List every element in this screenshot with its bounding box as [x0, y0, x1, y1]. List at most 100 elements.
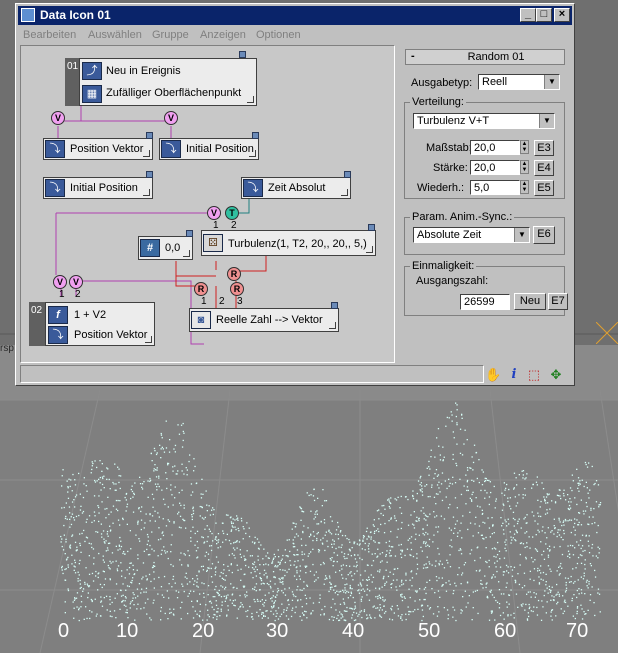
- node-constant[interactable]: # 0,0: [138, 236, 193, 260]
- node-resize-corner[interactable]: [329, 322, 336, 329]
- particle: [83, 529, 85, 532]
- title-bar[interactable]: Data Icon 01 _ □ ×: [18, 6, 572, 25]
- output-port[interactable]: [186, 230, 193, 237]
- particle: [382, 514, 384, 516]
- collapse-icon[interactable]: -: [411, 50, 415, 62]
- e6-button[interactable]: E6: [533, 226, 555, 244]
- maximize-button[interactable]: □: [536, 8, 552, 22]
- event-output-port[interactable]: [239, 51, 246, 58]
- particle: [400, 595, 402, 597]
- node-output[interactable]: f 1 + V2 ⤵ Position Vektor: [45, 302, 155, 346]
- particle: [385, 555, 387, 557]
- node-resize-corner[interactable]: [247, 96, 254, 103]
- node-reelle-zahl-vektor[interactable]: ◙ Reelle Zahl --> Vektor: [189, 308, 339, 332]
- node-resize-corner[interactable]: [366, 246, 373, 253]
- particle: [323, 522, 326, 524]
- close-button[interactable]: ×: [554, 8, 570, 22]
- r-port[interactable]: R: [227, 267, 241, 281]
- output-port[interactable]: [344, 171, 351, 178]
- particle: [544, 500, 546, 502]
- node-initial-position[interactable]: ⤵ Initial Position: [43, 177, 153, 199]
- particle: [393, 568, 395, 570]
- particle: [556, 603, 558, 605]
- particle: [359, 557, 361, 559]
- particle: [354, 554, 356, 556]
- e3-button[interactable]: E3: [534, 140, 554, 156]
- verteilung-dropdown[interactable]: Turbulenz V+T ▼: [413, 113, 555, 129]
- node-turbulenz[interactable]: ⚄ Turbulenz(1, T2, 20,, 20,, 5,): [201, 230, 376, 256]
- r-port[interactable]: R: [194, 282, 208, 296]
- node-zeit-absolut[interactable]: ⤵ Zeit Absolut: [241, 177, 351, 199]
- minimize-button[interactable]: _: [520, 8, 536, 22]
- staerke-spinner[interactable]: ▲ ▼: [520, 160, 529, 174]
- output-port[interactable]: [146, 171, 153, 178]
- chevron-down-icon[interactable]: ▼: [539, 114, 554, 128]
- particle: [169, 608, 171, 610]
- e7-button[interactable]: E7: [548, 293, 568, 310]
- particle: [323, 519, 326, 521]
- node-resize-corner[interactable]: [145, 336, 152, 343]
- massstab-spinner[interactable]: ▲ ▼: [520, 140, 529, 154]
- v-port[interactable]: V: [53, 275, 67, 289]
- v-port[interactable]: V: [207, 206, 221, 220]
- output-port[interactable]: [331, 302, 338, 309]
- r-port[interactable]: R: [230, 282, 244, 296]
- e5-button[interactable]: E5: [534, 180, 554, 196]
- chevron-down-icon[interactable]: ▼: [514, 228, 529, 242]
- ausgangszahl-input[interactable]: 26599: [460, 294, 510, 310]
- massstab-input[interactable]: 20,0: [470, 140, 520, 155]
- particle: [292, 593, 294, 595]
- particle: [559, 521, 561, 523]
- node-resize-corner[interactable]: [183, 250, 190, 257]
- ausgabetyp-dropdown[interactable]: Reell ▼: [478, 74, 560, 90]
- particle: [118, 475, 120, 477]
- menu-gruppe[interactable]: Gruppe: [152, 29, 189, 41]
- particle: [450, 539, 452, 541]
- output-port[interactable]: [368, 224, 375, 231]
- e4-button[interactable]: E4: [534, 160, 554, 176]
- particle: [397, 496, 399, 498]
- v-port[interactable]: V: [164, 111, 178, 125]
- wiederh-spinner[interactable]: ▲ ▼: [520, 180, 529, 194]
- node-resize-corner[interactable]: [143, 189, 150, 196]
- particle: [178, 433, 181, 435]
- menu-optionen[interactable]: Optionen: [256, 29, 301, 41]
- zoom-region-icon[interactable]: ⬚: [526, 367, 542, 383]
- node-label: Reelle Zahl --> Vektor: [216, 314, 323, 326]
- node-event[interactable]: ⤴ Neu in Ereignis ▦ Zufälliger Oberfläch…: [79, 58, 257, 106]
- particle: [418, 520, 420, 522]
- particle: [456, 464, 458, 467]
- particle: [520, 604, 522, 606]
- t-port[interactable]: T: [225, 206, 239, 220]
- particle: [156, 467, 158, 469]
- particle: [450, 411, 452, 413]
- param-dropdown[interactable]: Absolute Zeit ▼: [413, 227, 530, 243]
- menu-bearbeiten[interactable]: Bearbeiten: [23, 29, 76, 41]
- output-port[interactable]: [252, 132, 259, 139]
- node-resize-corner[interactable]: [249, 150, 256, 157]
- node-position-vektor[interactable]: ⤵ Position Vektor: [43, 138, 153, 160]
- neu-button[interactable]: Neu: [514, 293, 546, 310]
- menu-anzeigen[interactable]: Anzeigen: [200, 29, 246, 41]
- particle: [476, 505, 479, 507]
- particle: [537, 523, 539, 525]
- node-initial-position[interactable]: ⤵ Initial Position: [159, 138, 259, 160]
- particle: [230, 521, 233, 523]
- node-resize-corner[interactable]: [143, 150, 150, 157]
- move-icon[interactable]: ✥: [548, 367, 564, 383]
- output-port[interactable]: [146, 132, 153, 139]
- node-resize-corner[interactable]: [341, 189, 348, 196]
- wiederh-input[interactable]: 5,0: [470, 180, 520, 195]
- chevron-down-icon[interactable]: ▼: [544, 75, 559, 89]
- menu-auswaehlen[interactable]: Auswählen: [88, 29, 142, 41]
- pan-hand-icon[interactable]: ✋: [485, 367, 501, 383]
- v-port[interactable]: V: [51, 111, 65, 125]
- rollout-header[interactable]: - Random 01: [405, 49, 565, 65]
- particle: [489, 590, 491, 593]
- particle: [366, 584, 368, 586]
- schematic-canvas[interactable]: 01 ⤴ Neu in Ereignis ▦ Zufälliger Oberfl…: [20, 45, 395, 363]
- particle: [356, 570, 358, 572]
- info-icon[interactable]: i: [506, 367, 522, 383]
- v-port[interactable]: V: [69, 275, 83, 289]
- staerke-input[interactable]: 20,0: [470, 160, 520, 175]
